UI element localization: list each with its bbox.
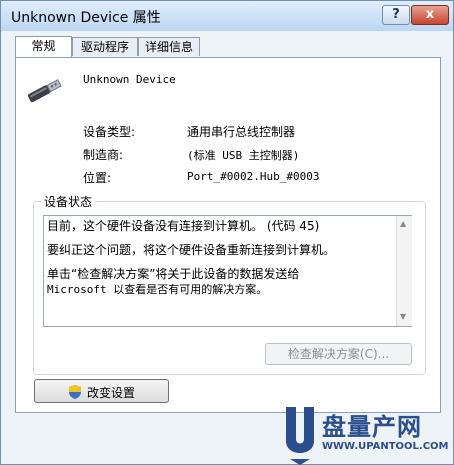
usb-plug-icon [27,79,62,103]
status-line-2: 要纠正这个问题，将这个硬件设备重新连接到计算机。 [47,243,336,257]
watermark-name: 盘量产网 [322,413,422,441]
tab-driver[interactable]: 驱动程序 [72,37,138,56]
manufacturer-value: (标准 USB 主控制器) [187,149,300,162]
properties-window: Unknown Device 属性 ? x 常规 驱动程序 详细信息 Unkno… [0,0,454,465]
status-line-3b: Microsoft 以查看是否有可用的解决方案。 [47,283,268,296]
device-type-value: 通用串行总线控制器 [187,125,296,139]
location-value: Port_#0002.Hub_#0003 [187,170,320,183]
status-scrollbar[interactable]: ▲ ▼ [396,216,412,326]
status-line-1: 目前，这个硬件设备没有连接到计算机。 (代码 45) [47,219,320,233]
scroll-down-icon[interactable]: ▼ [400,312,406,321]
watermark-u-icon [286,407,314,465]
device-name: Unknown Device [83,73,176,86]
help-button[interactable]: ? [382,5,410,25]
watermark-url: WWW.UPANTOOL.COM [322,441,449,452]
device-type-label: 设备类型: [83,125,136,139]
status-textbox[interactable]: 目前，这个硬件设备没有连接到计算机。 (代码 45) 要纠正这个问题，将这个硬件… [43,215,412,327]
change-settings-label: 改变设置 [87,386,136,400]
watermark-logo: 盘量产网 WWW.UPANTOOL.COM [282,401,454,465]
close-button[interactable]: x [411,5,449,25]
check-solutions-button[interactable]: 检查解决方案(C)... [265,343,412,365]
title-bar[interactable]: Unknown Device 属性 ? x [1,1,453,31]
status-line-3a: 单击“检查解决方案”将关于此设备的数据发送给 [47,267,300,281]
window-title: Unknown Device 属性 [11,10,161,26]
tab-general[interactable]: 常规 [15,36,72,57]
device-status-label: 设备状态 [41,193,96,210]
tab-details[interactable]: 详细信息 [138,37,200,56]
change-settings-button[interactable]: 改变设置 [34,379,169,403]
manufacturer-label: 制造商: [83,148,124,162]
scroll-up-icon[interactable]: ▲ [400,219,406,228]
uac-shield-icon [69,385,81,399]
status-text: 目前，这个硬件设备没有连接到计算机。 (代码 45) 要纠正这个问题，将这个硬件… [47,218,392,306]
location-label: 位置: [83,171,112,185]
